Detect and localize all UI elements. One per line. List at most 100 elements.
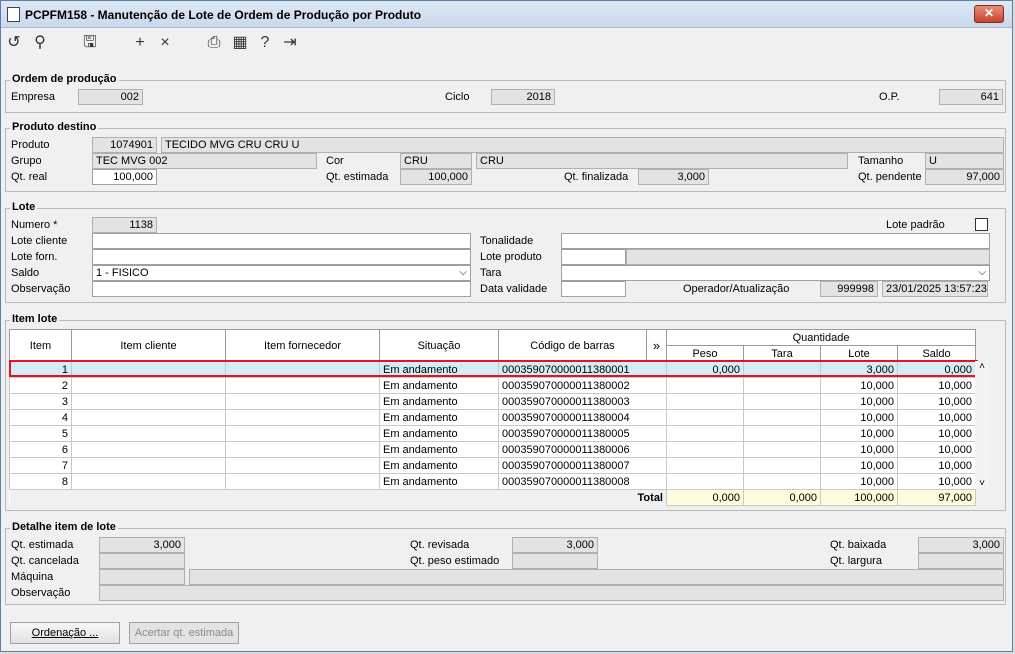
operador-field[interactable]: 999998 <box>820 281 878 297</box>
qt-largura-field[interactable] <box>918 553 1004 569</box>
cell-codigo[interactable]: 000359070000011380002 <box>498 377 667 394</box>
cell-situacao[interactable]: Em andamento <box>379 409 499 426</box>
cell-item-cliente[interactable] <box>71 377 226 394</box>
cell-item-fornecedor[interactable] <box>225 473 380 490</box>
cell-tara[interactable] <box>743 473 821 490</box>
cell-lote[interactable]: 10,000 <box>820 457 898 474</box>
cell-item[interactable]: 4 <box>9 409 72 426</box>
col-situacao[interactable]: Situação <box>379 329 499 362</box>
cell-item[interactable]: 7 <box>9 457 72 474</box>
lote-padrao-checkbox[interactable] <box>975 218 988 231</box>
cor-desc-field[interactable]: CRU <box>476 153 848 169</box>
qt-peso-estimado-field[interactable] <box>512 553 598 569</box>
cell-item-cliente[interactable] <box>71 409 226 426</box>
col-item-fornecedor[interactable]: Item fornecedor <box>225 329 380 362</box>
table-row[interactable]: 6 Em andamento 000359070000011380006 10,000… <box>9 441 977 458</box>
scroll-down-icon[interactable]: ˅ <box>975 478 989 489</box>
cell-codigo[interactable]: 000359070000011380004 <box>498 409 667 426</box>
table-row[interactable]: 3 Em andamento 000359070000011380003 10,000… <box>9 393 977 410</box>
observacao-field[interactable] <box>92 281 471 297</box>
qt-finalizada-field[interactable]: 3,000 <box>638 169 709 185</box>
acertar-qt-estimada-button[interactable]: Acertar qt. estimada <box>129 622 239 644</box>
cell-codigo[interactable]: 000359070000011380008 <box>498 473 667 490</box>
cell-situacao[interactable]: Em andamento <box>379 377 499 394</box>
lote-cliente-field[interactable] <box>92 233 471 249</box>
lote-produto-field[interactable] <box>561 249 626 265</box>
cell-item-fornecedor[interactable] <box>225 441 380 458</box>
cell-saldo[interactable]: 10,000 <box>896 377 977 394</box>
cell-situacao[interactable]: Em andamento <box>379 425 499 442</box>
table-row[interactable]: 2 Em andamento 000359070000011380002 10,000… <box>9 377 977 394</box>
cell-item-cliente[interactable] <box>71 425 226 442</box>
qt-cancelada-field[interactable] <box>99 553 185 569</box>
cell-item-cliente[interactable] <box>71 441 226 458</box>
scroll-up-icon[interactable]: ˄ <box>975 361 989 372</box>
cell-codigo[interactable]: 000359070000011380007 <box>498 457 667 474</box>
tamanho-field[interactable]: U <box>925 153 1004 169</box>
col-codigo-barras[interactable]: Código de barras <box>498 329 647 362</box>
more-columns-button[interactable]: » <box>646 329 667 362</box>
produto-desc-field[interactable]: TECIDO MVG CRU CRU U <box>161 137 1004 153</box>
cell-tara[interactable] <box>743 377 821 394</box>
table-row[interactable]: 5 Em andamento 000359070000011380005 10,000… <box>9 425 977 442</box>
cell-saldo[interactable]: 10,000 <box>896 425 977 442</box>
cell-saldo[interactable]: 10,000 <box>896 473 977 490</box>
cell-tara[interactable] <box>743 425 821 442</box>
exit-icon[interactable]: ⇥ <box>279 32 301 54</box>
saldo-select[interactable]: 1 - FISICO ⌵ <box>92 265 471 281</box>
cell-peso[interactable] <box>666 393 744 410</box>
cell-peso[interactable] <box>666 473 744 490</box>
cell-lote[interactable]: 10,000 <box>820 425 898 442</box>
tonalidade-field[interactable] <box>561 233 990 249</box>
cor-code-field[interactable]: CRU <box>400 153 472 169</box>
item-lote-scrollbar[interactable]: ˄ ˅ <box>975 361 989 489</box>
cell-item[interactable]: 5 <box>9 425 72 442</box>
grupo-field[interactable]: TEC MVG 002 <box>92 153 317 169</box>
empresa-field[interactable]: 002 <box>78 89 143 105</box>
cell-item[interactable]: 6 <box>9 441 72 458</box>
produto-code-field[interactable]: 1074901 <box>92 137 157 153</box>
close-button[interactable]: ✕ <box>974 5 1004 23</box>
table-row[interactable]: 4 Em andamento 000359070000011380004 10,000… <box>9 409 977 426</box>
qt-revisada-field[interactable]: 3,000 <box>512 537 598 553</box>
cell-item-fornecedor[interactable] <box>225 377 380 394</box>
cell-lote[interactable]: 10,000 <box>820 473 898 490</box>
cell-peso[interactable] <box>666 409 744 426</box>
cell-item[interactable]: 2 <box>9 377 72 394</box>
maquina-desc-field[interactable] <box>189 569 1004 585</box>
help-icon[interactable]: ? <box>254 32 276 54</box>
calendar-icon[interactable]: ▦ <box>229 32 251 54</box>
cell-tara[interactable] <box>743 441 821 458</box>
cell-item[interactable]: 3 <box>9 393 72 410</box>
cell-lote[interactable]: 10,000 <box>820 393 898 410</box>
ciclo-field[interactable]: 2018 <box>491 89 555 105</box>
cell-lote[interactable]: 10,000 <box>820 441 898 458</box>
cell-tara[interactable] <box>743 457 821 474</box>
cell-item-fornecedor[interactable] <box>225 393 380 410</box>
search-icon[interactable]: ⚲ <box>29 32 51 54</box>
cell-item-fornecedor[interactable] <box>225 425 380 442</box>
col-item[interactable]: Item <box>9 329 72 362</box>
cell-peso[interactable] <box>666 457 744 474</box>
cell-codigo[interactable]: 000359070000011380003 <box>498 393 667 410</box>
maquina-code-field[interactable] <box>99 569 185 585</box>
cell-lote[interactable]: 10,000 <box>820 409 898 426</box>
cell-codigo[interactable]: 000359070000011380006 <box>498 441 667 458</box>
undo-icon[interactable]: ↺ <box>3 32 25 54</box>
cell-saldo[interactable]: 10,000 <box>896 393 977 410</box>
cell-situacao[interactable]: Em andamento <box>379 473 499 490</box>
cell-situacao[interactable]: Em andamento <box>379 441 499 458</box>
cell-item-cliente[interactable] <box>71 393 226 410</box>
table-row[interactable]: 7 Em andamento 000359070000011380007 10,000… <box>9 457 977 474</box>
col-item-cliente[interactable]: Item cliente <box>71 329 226 362</box>
table-row[interactable]: 8 Em andamento 000359070000011380008 10,000… <box>9 473 977 490</box>
cell-item-cliente[interactable] <box>71 457 226 474</box>
cell-peso[interactable] <box>666 377 744 394</box>
cell-item-fornecedor[interactable] <box>225 457 380 474</box>
delete-icon[interactable]: × <box>154 32 176 54</box>
save-icon[interactable]: 🖫 <box>79 32 101 54</box>
cell-situacao[interactable]: Em andamento <box>379 393 499 410</box>
cell-item[interactable]: 8 <box>9 473 72 490</box>
qt-estimada-field[interactable]: 100,000 <box>400 169 472 185</box>
print-icon[interactable]: ⎙ <box>203 32 225 54</box>
